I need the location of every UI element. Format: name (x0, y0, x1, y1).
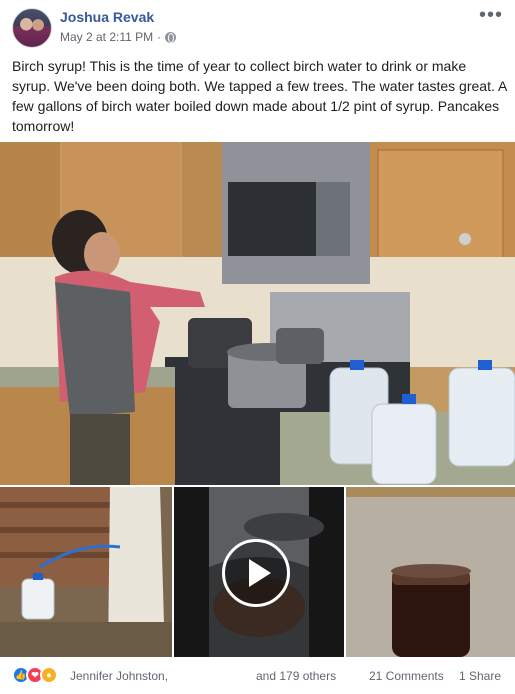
play-icon (249, 559, 271, 587)
post-header: Joshua Revak May 2 at 2:11 PM · ••• (0, 0, 515, 52)
post-meta: May 2 at 2:11 PM · (60, 30, 177, 44)
post-text: Birch syrup! This is the time of year to… (12, 58, 507, 134)
reaction-others[interactable]: and 179 others (256, 669, 336, 683)
shares-count[interactable]: 1 Share (459, 669, 501, 683)
syrup-jar-illustration (346, 487, 515, 657)
post-footer: 👍 ❤ ● Jennifer Johnston, and 179 others … (0, 660, 515, 694)
boiling-pot-video-thumbnail[interactable] (174, 487, 344, 657)
main-photo[interactable] (0, 142, 515, 485)
wow-icon: ● (40, 666, 58, 684)
post-timestamp[interactable]: May 2 at 2:11 PM (60, 30, 153, 44)
reaction-names[interactable]: Jennifer Johnston, (70, 669, 168, 683)
meta-separator: · (157, 30, 162, 44)
syrup-jar-thumbnail[interactable] (346, 487, 515, 657)
woman-cooking-illustration (0, 142, 515, 485)
more-options-button[interactable]: ••• (479, 4, 503, 27)
reaction-icons[interactable]: 👍 ❤ ● (12, 666, 58, 686)
tapped-tree-thumbnail[interactable] (0, 487, 172, 657)
author-avatar[interactable] (12, 8, 52, 48)
video-play-button[interactable] (222, 539, 290, 607)
comments-count[interactable]: 21 Comments (369, 669, 444, 683)
tapped-tree-illustration (0, 487, 172, 657)
author-name[interactable]: Joshua Revak (60, 9, 154, 25)
globe-icon (165, 31, 177, 43)
